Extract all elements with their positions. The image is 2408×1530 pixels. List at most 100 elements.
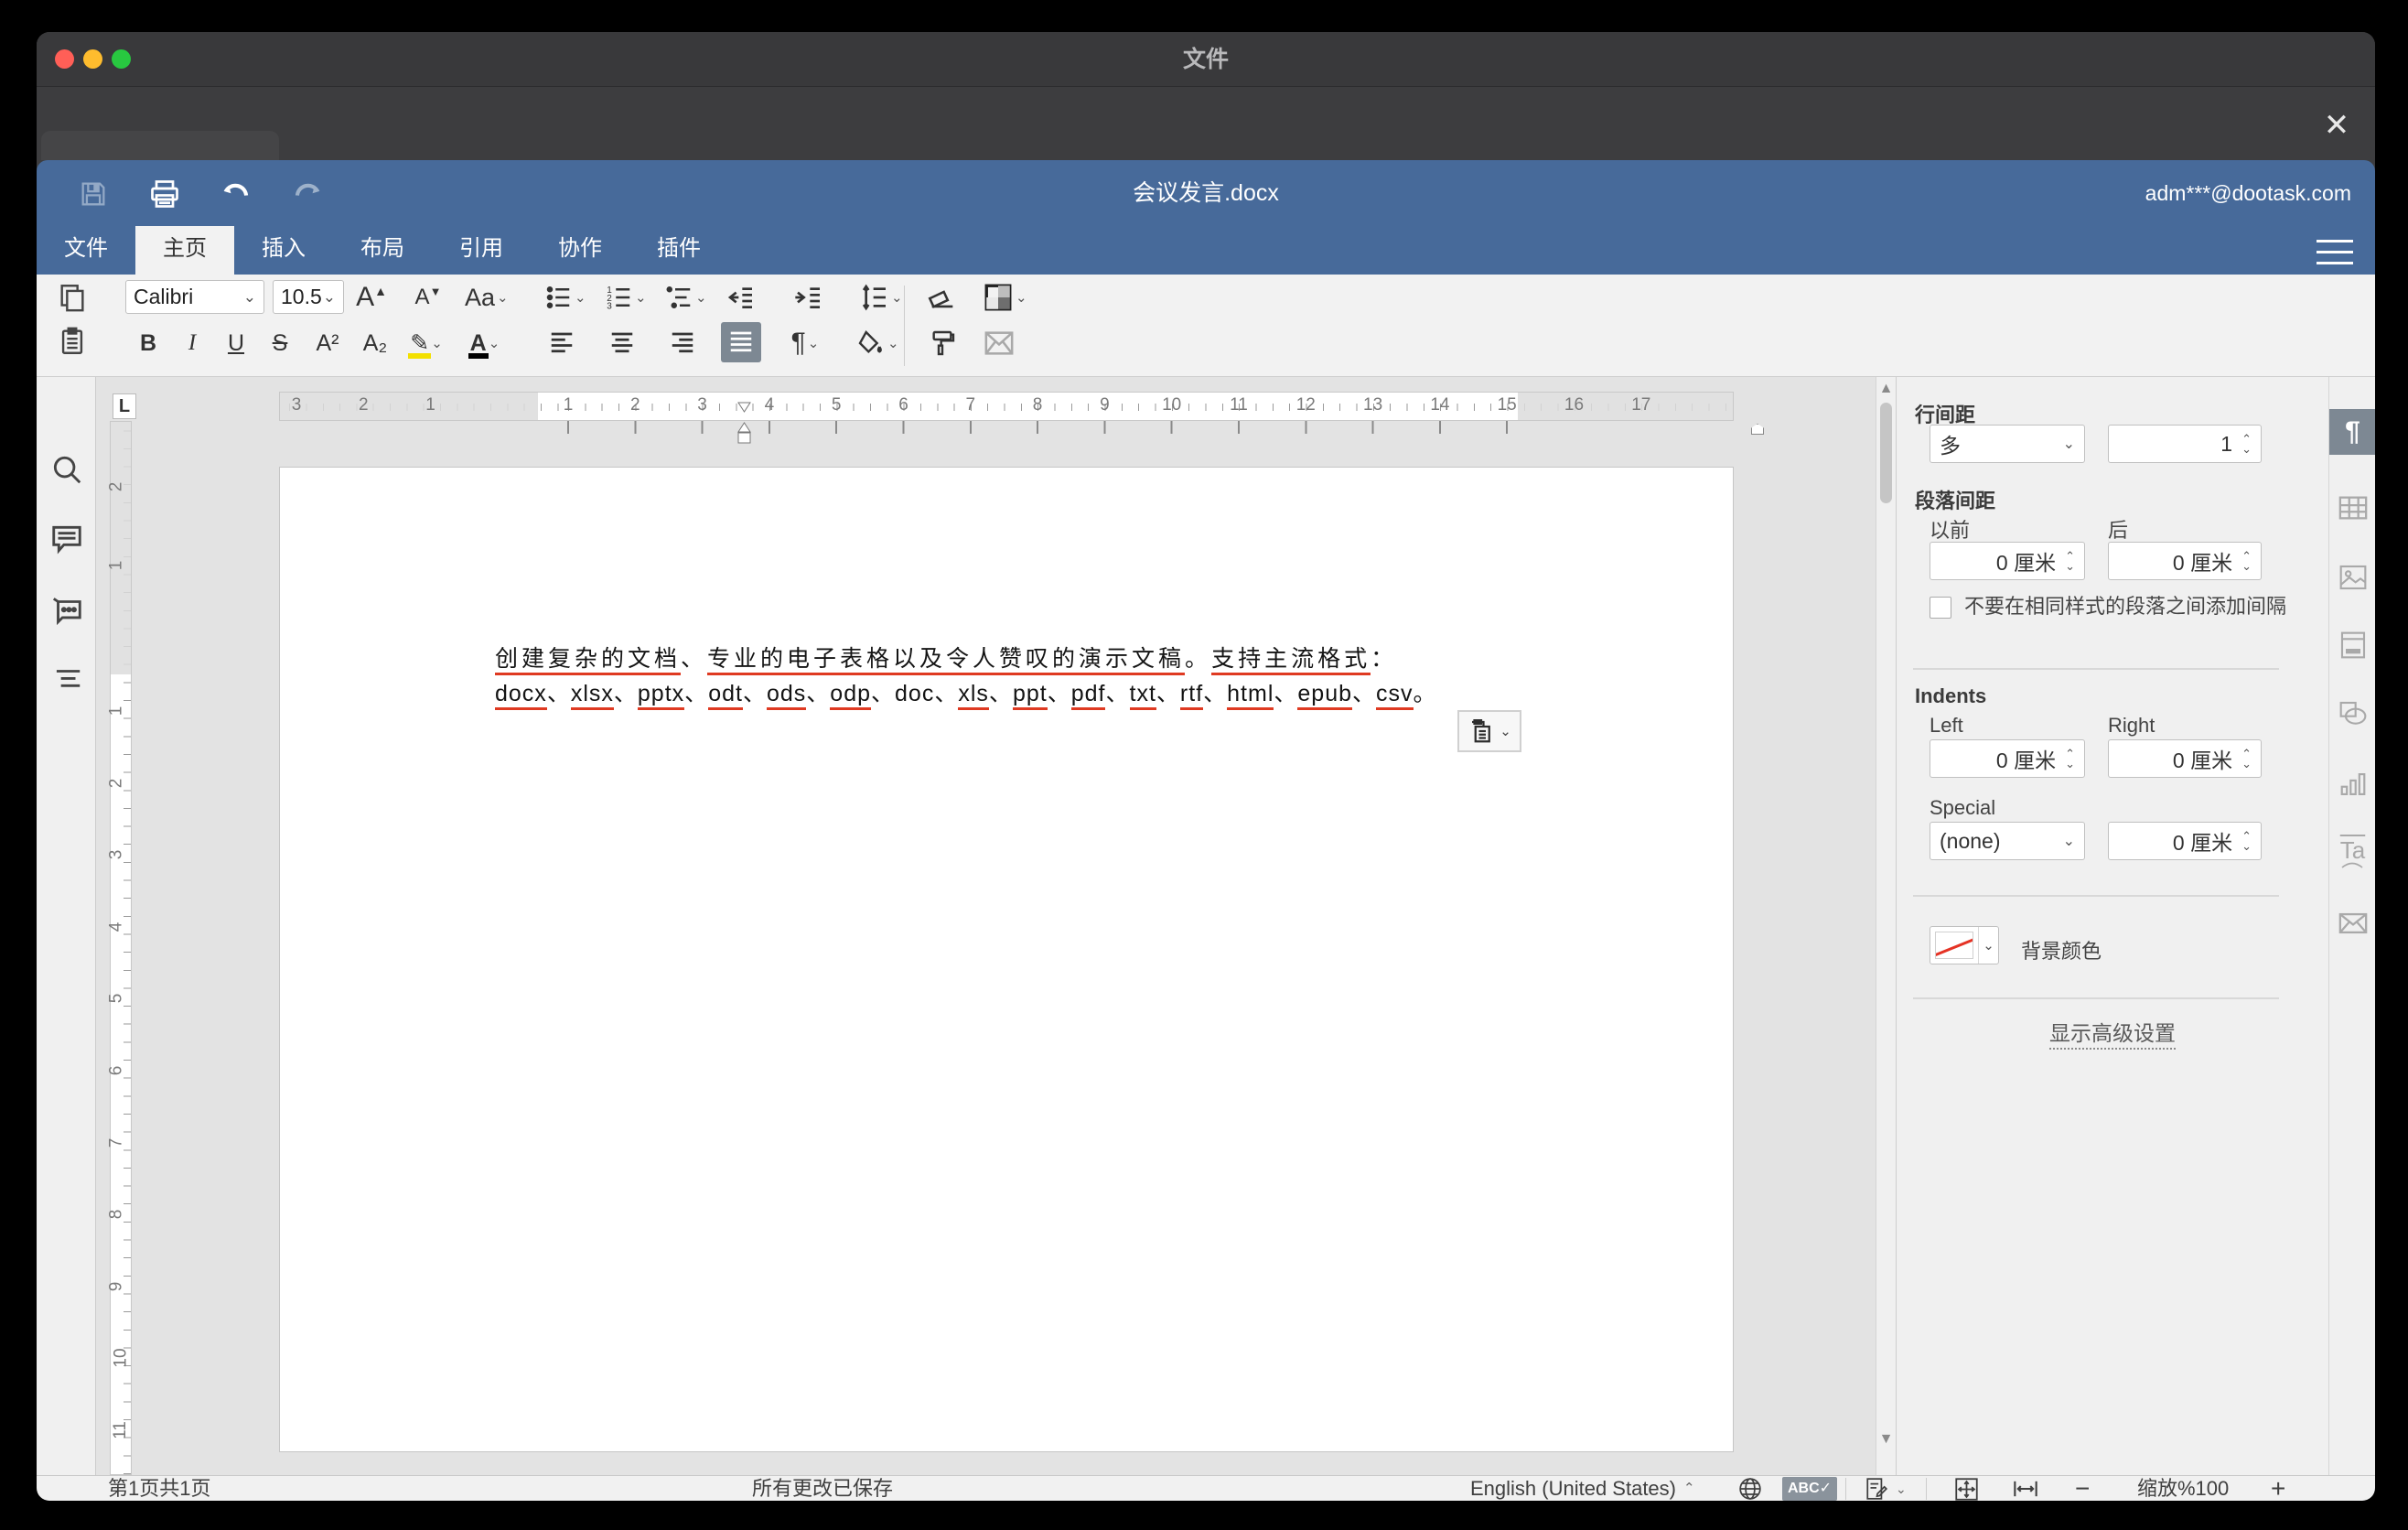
show-paragraph-marks-button[interactable]: ¶⌄ [789,326,822,361]
increase-font-button[interactable]: A▲ [355,280,388,315]
zoom-in-button[interactable]: + [2271,1476,2285,1501]
scrollbar-thumb[interactable] [1880,403,1892,503]
background-color-picker[interactable]: ⌄ [1930,926,1999,964]
decrease-indent-button[interactable] [725,280,758,315]
tab-file[interactable]: 文件 [37,226,135,275]
subscript-button[interactable]: A₂ [359,326,392,361]
tab-collaboration[interactable]: 协作 [531,226,629,275]
align-center-button[interactable] [606,326,639,361]
header-footer-settings-tab[interactable] [2329,622,2375,668]
shading-borders-button[interactable]: ⌄ [983,280,1027,315]
spinner-arrows-icon[interactable]: ⌃⌄ [2241,551,2252,571]
tab-layout[interactable]: 布局 [333,226,432,275]
tab-stop-selector[interactable]: L [113,393,136,419]
chart-settings-tab[interactable] [2329,761,2375,807]
no-space-same-style-checkbox[interactable] [1930,597,1951,619]
italic-icon: I [188,330,196,356]
superscript-button[interactable]: A² [311,326,344,361]
paste-options-button[interactable]: ⌄ [1457,710,1521,752]
indent-right-spinner[interactable]: 0 厘米⌃⌄ [2108,739,2262,778]
indent-left-spinner[interactable]: 0 厘米⌃⌄ [1930,739,2085,778]
fit-width-icon [2013,1478,2038,1500]
eraser-icon [927,282,958,313]
track-changes-button[interactable]: ⌄ [1865,1476,1907,1501]
page-count[interactable]: 第1页共1页 [108,1476,210,1501]
increase-indent-button[interactable] [792,280,825,315]
font-size-value: 10.5 [281,285,322,309]
font-color-button[interactable]: A⌄ [468,326,501,361]
font-name-select[interactable]: Calibri⌄ [125,280,264,314]
show-advanced-settings-link[interactable]: 显示高级设置 [1897,1016,2328,1047]
line-spacing-select[interactable]: 多⌄ [1930,425,2085,463]
special-select[interactable]: (none)⌄ [1930,822,2085,860]
bold-button[interactable]: B [132,326,165,361]
text-art-settings-tab[interactable]: Ta [2329,829,2375,875]
copy-button[interactable] [57,282,88,313]
scroll-up-icon[interactable]: ▲ [1878,381,1894,397]
tab-insert[interactable]: 插入 [234,226,333,275]
chat-button[interactable] [49,593,84,628]
table-settings-tab[interactable] [2329,485,2375,531]
tab-home[interactable]: 主页 [135,226,234,275]
numbered-list-button[interactable]: 123⌄ [606,280,647,315]
strikethrough-button[interactable]: S [263,326,296,361]
fit-page-button[interactable] [1954,1476,1979,1501]
tab-references[interactable]: 引用 [432,226,531,275]
bullet-list-button[interactable]: ⌄ [545,280,586,315]
decrease-font-button[interactable]: A▼ [412,280,445,315]
horizontal-ruler[interactable]: 321 1234567891011121314151617 [279,392,1734,421]
spinner-arrows-icon[interactable]: ⌃⌄ [2241,434,2252,454]
shape-settings-tab[interactable] [2329,691,2375,737]
spinner-arrows-icon[interactable]: ⌃⌄ [2241,749,2252,769]
align-justify-button[interactable] [721,322,761,362]
font-size-select[interactable]: 10.5⌄ [273,280,344,314]
navigation-button[interactable] [49,663,84,697]
comments-button[interactable] [49,522,84,556]
spinner-arrows-icon[interactable]: ⌃⌄ [2241,831,2252,851]
spacing-before-spinner[interactable]: 0 厘米⌃⌄ [1930,542,2085,580]
paragraph-settings-tab[interactable]: ¶ [2329,409,2375,455]
view-settings-button[interactable] [2315,232,2355,266]
spinner-arrows-icon[interactable]: ⌃⌄ [2065,551,2075,571]
spacing-after-spinner[interactable]: 0 厘米 ⌃⌄ [2108,542,2262,580]
tab-plugins[interactable]: 插件 [629,226,728,275]
vertical-scrollbar[interactable]: ▲ ▼ [1876,377,1896,1475]
paste-icon [57,326,88,357]
document-language-button[interactable] [1738,1476,1762,1501]
zoom-level[interactable]: 缩放%100 [2137,1476,2229,1501]
image-settings-tab[interactable] [2329,555,2375,600]
underline-button[interactable]: U [220,326,253,361]
comment-icon [49,522,84,556]
fit-width-button[interactable] [2013,1476,2038,1501]
line-spacing-button[interactable]: ⌄ [860,280,903,315]
paint-roller-icon [928,329,957,358]
paste-button[interactable] [57,326,88,357]
zoom-out-button[interactable]: − [2075,1476,2090,1501]
scroll-down-icon[interactable]: ▼ [1878,1431,1894,1448]
clear-style-button[interactable] [926,280,959,315]
special-amount-spinner[interactable]: 0 厘米⌃⌄ [2108,822,2262,860]
right-indent-marker[interactable] [1751,424,1764,435]
highlight-color-button[interactable]: ✎⌄ [410,326,443,361]
language-select[interactable]: English (United States) ⌃ [1470,1476,1695,1501]
paragraph-shading-button[interactable]: ⌄ [856,326,899,361]
spellcheck-toggle[interactable]: ABC✓ [1782,1476,1837,1501]
mail-merge-settings-tab[interactable] [2329,900,2375,946]
align-right-button[interactable] [666,326,699,361]
document-page[interactable]: 创建复杂的文档、专业的电子表格以及令人赞叹的演示文稿。支持主流格式： docx、… [279,467,1734,1452]
line-spacing-amount-spinner[interactable]: 1⌃⌄ [2108,425,2262,463]
italic-button[interactable]: I [176,326,209,361]
search-button[interactable] [49,452,84,487]
spinner-arrows-icon[interactable]: ⌃⌄ [2065,749,2075,769]
copy-style-button[interactable] [926,326,959,361]
document-text[interactable]: 创建复杂的文档、专业的电子表格以及令人赞叹的演示文稿。支持主流格式： docx、… [495,641,1529,711]
spacing-after-value: 0 厘米 [2173,545,2232,576]
multilevel-list-button[interactable]: ⌄ [666,280,707,315]
mail-merge-button[interactable] [983,326,1016,361]
change-case-button[interactable]: Aa⌄ [465,280,509,315]
close-icon[interactable]: ✕ [2318,107,2355,144]
language-value: English (United States) [1470,1477,1676,1501]
align-left-button[interactable] [545,326,578,361]
align-center-icon [608,329,636,357]
vertical-ruler[interactable]: 211234567891011 [110,421,132,1475]
